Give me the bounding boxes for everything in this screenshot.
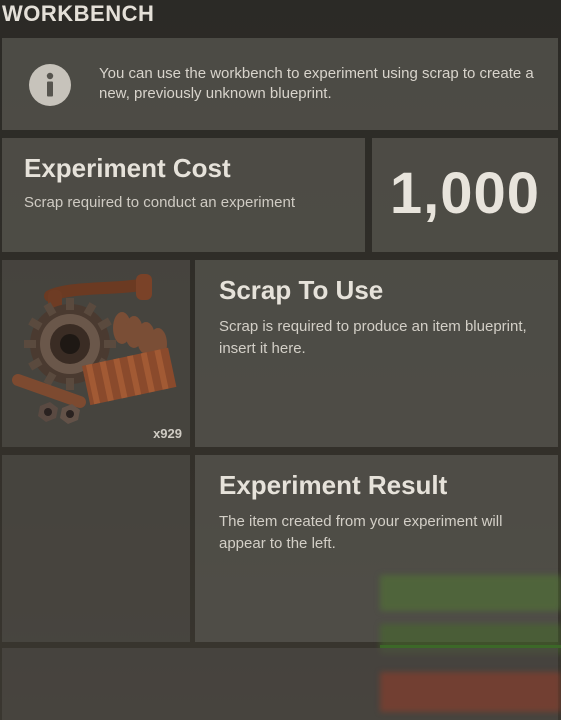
experiment-result-panel: Experiment Result The item created from …	[195, 455, 558, 642]
background-blur-red	[380, 672, 561, 712]
experiment-cost-title: Experiment Cost	[24, 153, 231, 183]
scrap-input-slot[interactable]: x929	[2, 260, 190, 447]
window-title: WORKBENCH	[2, 1, 155, 26]
workbench-window: WORKBENCH You can use the workbench to e…	[0, 0, 561, 720]
info-panel: You can use the workbench to experiment …	[2, 38, 558, 130]
scrap-icon	[12, 274, 177, 424]
scrap-to-use-title: Scrap To Use	[219, 275, 384, 305]
experiment-cost-subtitle: Scrap required to conduct an experiment	[24, 194, 295, 211]
experiment-result-slot[interactable]	[2, 455, 190, 642]
info-text: You can use the workbench to experiment …	[99, 65, 534, 102]
experiment-cost-value: 1,000	[389, 161, 541, 226]
experiment-cost-panel: Experiment Cost Scrap required to conduc…	[2, 138, 365, 252]
experiment-result-title: Experiment Result	[219, 470, 448, 500]
scrap-to-use-description: Scrap is required to produce an item blu…	[219, 318, 527, 357]
experiment-cost-value-panel: 1,000	[372, 138, 558, 252]
info-icon	[29, 64, 71, 106]
scrap-count: x929	[153, 426, 182, 441]
background-blur-green	[380, 575, 561, 611]
scrap-to-use-panel: Scrap To Use Scrap is required to produc…	[195, 260, 558, 447]
experiment-result-description: The item created from your experiment wi…	[219, 513, 503, 552]
